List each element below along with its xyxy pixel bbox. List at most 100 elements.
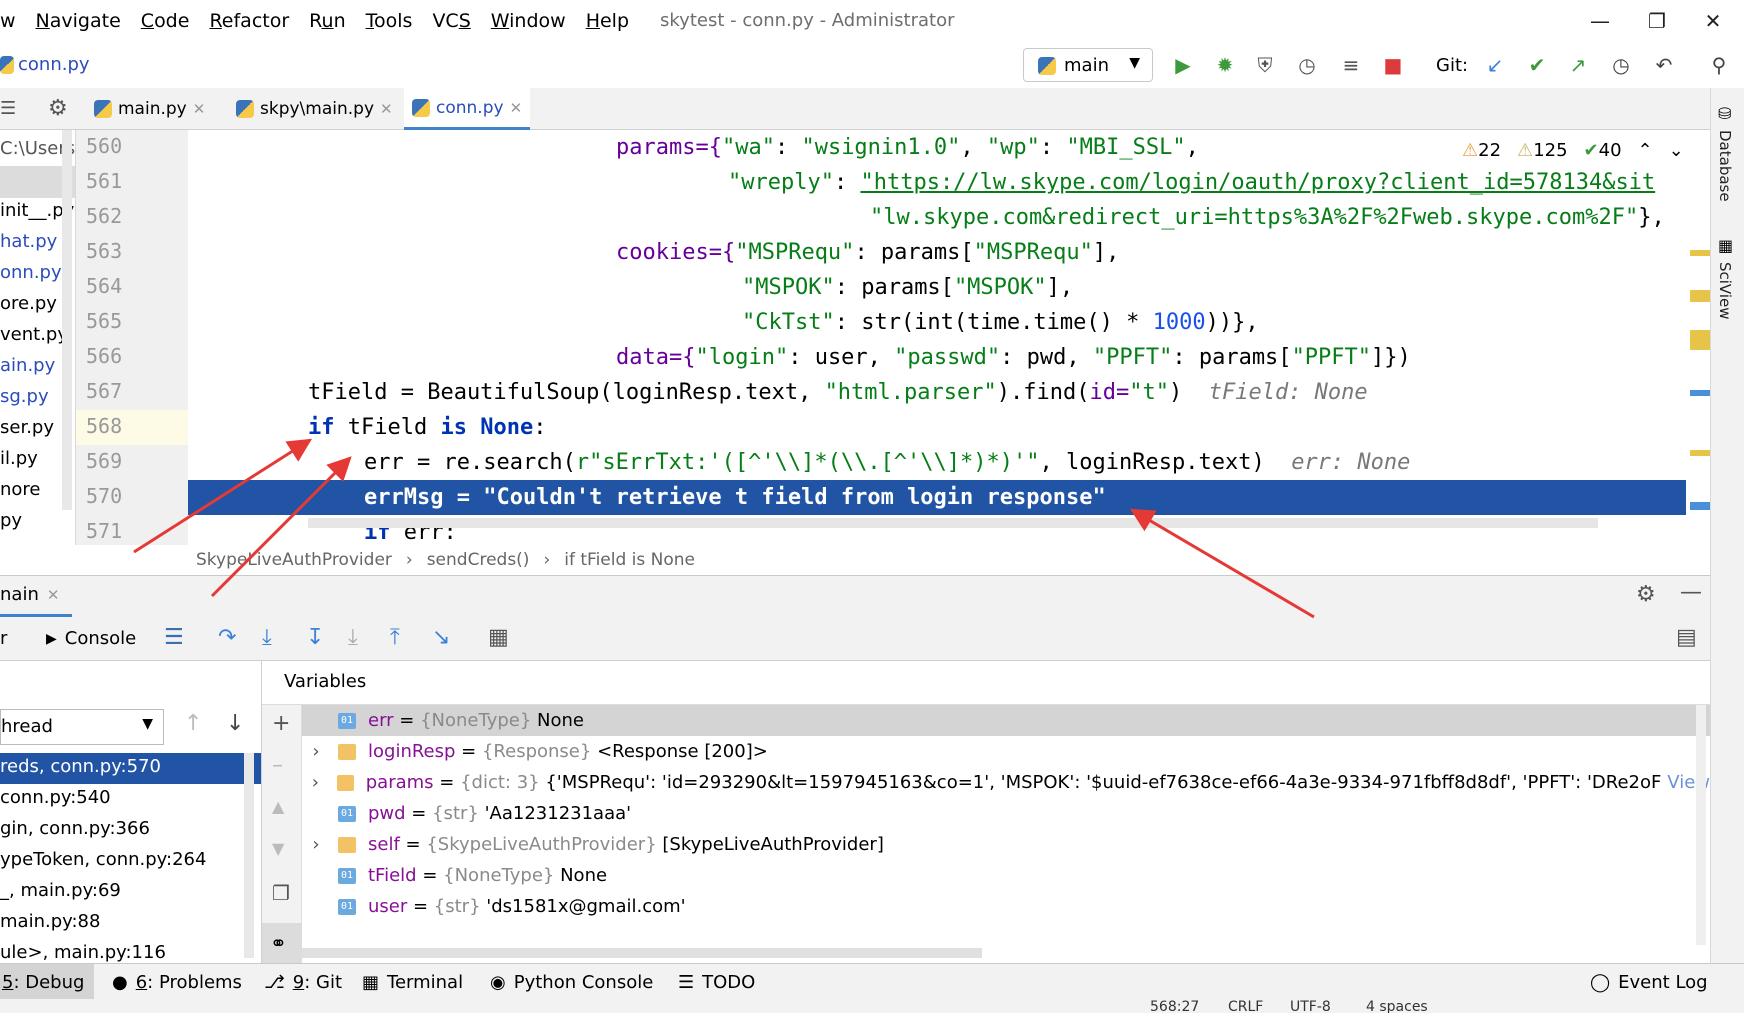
breadcrumb-method[interactable]: sendCreds() — [427, 550, 530, 570]
close-tab-icon[interactable]: ✕ — [193, 100, 206, 118]
console-tab[interactable]: ▶ Console — [46, 628, 136, 649]
project-file[interactable]: sg.py — [0, 386, 49, 407]
close-tab-icon[interactable]: ✕ — [47, 586, 60, 604]
project-file[interactable]: ore.py — [0, 293, 57, 314]
gear-icon[interactable]: ⚙ — [48, 96, 68, 121]
menu-help[interactable]: Help — [576, 10, 639, 32]
next-frame-icon[interactable]: ↓ — [226, 711, 244, 736]
caret-position[interactable]: 568:27 — [1150, 999, 1199, 1013]
close-tab-icon[interactable]: ✕ — [380, 100, 393, 118]
stack-frame[interactable]: ypeToken, conn.py:264 — [0, 849, 206, 870]
project-file[interactable]: il.py — [0, 448, 38, 469]
expand-icon[interactable]: › — [302, 834, 330, 855]
copy-icon[interactable]: ❐ — [272, 881, 290, 905]
git-push-icon[interactable]: ↗ — [1565, 52, 1591, 78]
editor-h-scrollbar[interactable] — [308, 518, 1598, 528]
tab-skpy-main-py[interactable]: skpy\main.py ✕ — [228, 88, 401, 130]
chevron-up-icon[interactable]: ⌃ — [1638, 140, 1653, 161]
tab-python-console[interactable]: ◉ Python Console — [480, 964, 663, 1000]
project-scrollbar[interactable] — [62, 130, 72, 510]
breadcrumb-block[interactable]: if tField is None — [564, 550, 695, 570]
move-down-icon[interactable]: ▼ — [272, 839, 284, 858]
previous-frame-icon[interactable]: ↑ — [184, 711, 202, 736]
project-file[interactable]: hat.py — [0, 231, 57, 252]
run-icon[interactable]: ▶ — [1170, 52, 1196, 78]
expand-icon[interactable]: › — [302, 772, 329, 793]
inspection-widget[interactable]: ⚠22 ⚠125 ✔40 ⌃ ⌄ — [1462, 140, 1684, 161]
indent-setting[interactable]: 4 spaces — [1366, 999, 1428, 1013]
coverage-icon[interactable]: ⛨ — [1252, 52, 1278, 78]
variables-h-scrollbar[interactable] — [302, 948, 982, 958]
watches-icon[interactable]: ⚭ — [262, 923, 302, 963]
variables-v-scrollbar[interactable] — [1696, 705, 1706, 945]
search-icon[interactable]: ⚲ — [1706, 52, 1732, 78]
expand-icon[interactable]: › — [302, 741, 330, 762]
collapse-icon[interactable]: ☰ — [0, 98, 16, 119]
minimize-icon[interactable]: — — [1575, 4, 1625, 38]
variable-row-user[interactable]: 01 user = {str} 'ds1581x@gmail.com' — [302, 891, 1710, 922]
git-update-icon[interactable]: ↙ — [1482, 52, 1508, 78]
project-file[interactable]: ain.py — [0, 355, 55, 376]
remove-watch-icon[interactable]: – — [272, 753, 283, 778]
menu-code[interactable]: Code — [131, 10, 200, 32]
tab-todo[interactable]: ☰ TODO — [668, 964, 765, 1000]
code-editor[interactable]: params={"wa": "wsignin1.0", "wp": "MBI_S… — [188, 130, 1688, 545]
force-step-into-icon[interactable]: ⤓ — [348, 625, 358, 650]
project-file[interactable]: ser.py — [0, 417, 54, 438]
line-separator[interactable]: CRLF — [1228, 999, 1263, 1013]
variable-row-params[interactable]: › params = {dict: 3} {'MSPRequ': 'id=293… — [302, 767, 1710, 798]
project-file[interactable]: py — [0, 510, 22, 531]
close-tab-icon[interactable]: ✕ — [510, 99, 523, 117]
tab-event-log[interactable]: ◯ Event Log — [1580, 964, 1718, 1000]
variable-row-err[interactable]: 01 err = {NoneType} None — [302, 705, 1710, 736]
step-over-icon[interactable]: ↷ — [218, 625, 236, 650]
move-up-icon[interactable]: ▲ — [272, 797, 284, 816]
debug-session-tab[interactable]: nain ✕ — [0, 584, 59, 605]
frames-scrollbar[interactable] — [244, 753, 254, 958]
tab-conn-py[interactable]: conn.py ✕ — [404, 88, 531, 130]
step-out-icon[interactable]: ⤒ — [390, 625, 400, 650]
tab-debug[interactable]: 5: Debug — [0, 964, 95, 1000]
stop-icon[interactable]: ■ — [1380, 52, 1406, 78]
menu-window[interactable]: Window — [481, 10, 576, 32]
stack-frame[interactable]: _, main.py:69 — [0, 880, 121, 901]
error-stripe[interactable] — [1690, 250, 1710, 540]
run-config-select[interactable]: main ▼ — [1023, 48, 1153, 82]
git-commit-icon[interactable]: ✔ — [1524, 52, 1550, 78]
variable-row-self[interactable]: › self = {SkypeLiveAuthProvider} [SkypeL… — [302, 829, 1710, 860]
restore-icon[interactable]: ❐ — [1632, 4, 1682, 38]
menu-tools[interactable]: Tools — [356, 10, 423, 32]
project-file[interactable]: onn.py — [0, 262, 62, 283]
project-file[interactable]: nore — [0, 479, 41, 500]
thread-select[interactable]: hread ▼ — [0, 709, 164, 745]
project-file[interactable]: vent.py — [0, 324, 68, 345]
layout-icon[interactable]: ▤ — [1676, 625, 1697, 650]
debugger-tab-cut[interactable]: r — [0, 628, 7, 649]
variable-row-loginresp[interactable]: › loginResp = {Response} <Response [200]… — [302, 736, 1710, 767]
tab-terminal[interactable]: ▦ Terminal — [352, 964, 473, 1000]
concurrency-icon[interactable]: ≡ — [1338, 52, 1364, 78]
menu-vcs[interactable]: VCS — [422, 10, 480, 32]
history-icon[interactable]: ◷ — [1608, 52, 1634, 78]
gear-icon[interactable]: ⚙ — [1636, 582, 1656, 607]
tab-git[interactable]: ⎇ 9: Git — [254, 964, 352, 1000]
profile-icon[interactable]: ◷ — [1294, 52, 1320, 78]
add-watch-icon[interactable]: + — [272, 711, 290, 736]
variable-row-pwd[interactable]: 01 pwd = {str} 'Aa1231231aaa' — [302, 798, 1710, 829]
sciview-tool-button[interactable]: SciView — [1716, 262, 1734, 320]
breadcrumb-class[interactable]: SkypeLiveAuthProvider — [196, 550, 392, 570]
menu-navigate[interactable]: Navigate — [26, 10, 131, 32]
close-window-icon[interactable]: ✕ — [1688, 4, 1738, 38]
step-into-my-code-icon[interactable]: ↧ — [306, 625, 324, 650]
evaluate-icon[interactable]: ▦ — [488, 625, 509, 650]
stack-frame-selected[interactable]: reds, conn.py:570 — [0, 753, 261, 784]
stack-frame[interactable]: main.py:88 — [0, 911, 100, 932]
hide-icon[interactable]: — — [1680, 580, 1702, 605]
database-tool-button[interactable]: Database — [1716, 130, 1734, 202]
tab-problems[interactable]: ● 6: Problems — [102, 964, 252, 1000]
debug-icon[interactable]: ✹ — [1212, 52, 1238, 78]
menu-run[interactable]: Run — [299, 10, 355, 32]
stack-frame[interactable]: conn.py:540 — [0, 787, 111, 808]
step-into-icon[interactable]: ⤓ — [262, 625, 272, 650]
tab-main-py[interactable]: main.py ✕ — [86, 88, 213, 130]
